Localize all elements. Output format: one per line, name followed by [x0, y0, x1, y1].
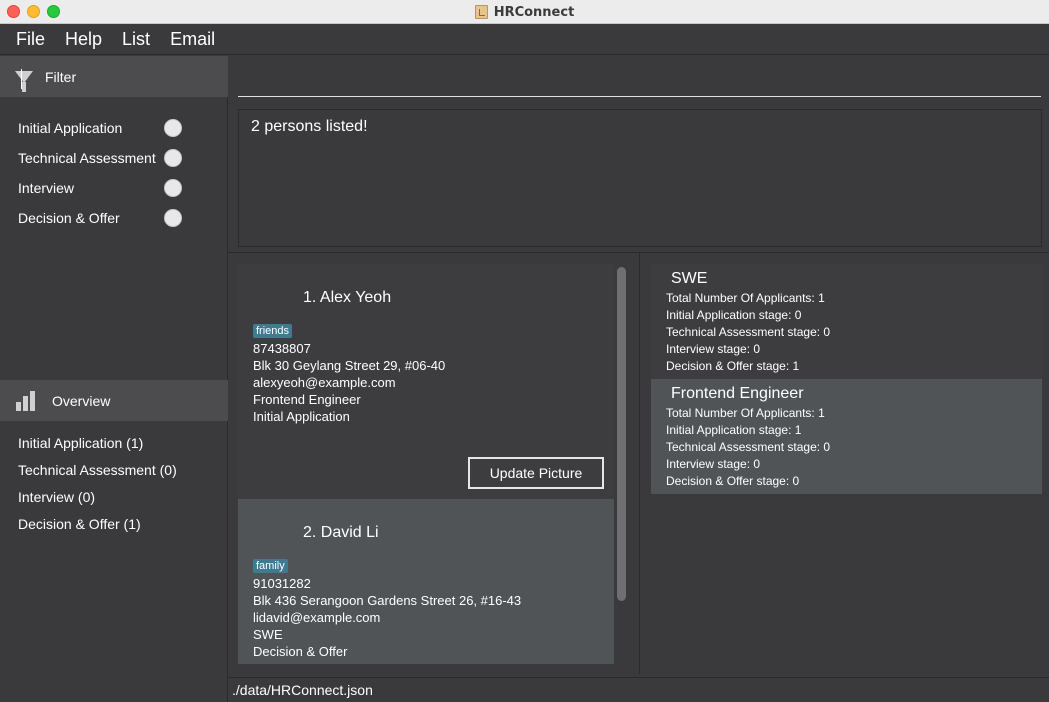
filter-radio-initial-application[interactable] — [164, 119, 182, 137]
filter-header: Filter — [0, 56, 228, 97]
filter-interview[interactable]: Interview — [18, 173, 218, 203]
person-name: 2. David Li — [303, 524, 379, 541]
person-phone: 91031282 — [253, 576, 311, 591]
filter-radio-interview[interactable] — [164, 179, 182, 197]
person-tag: friends — [253, 324, 293, 338]
person-card[interactable]: 1. Alex Yeoh friends 87438807 Blk 30 Gey… — [238, 264, 614, 499]
funnel-icon — [15, 70, 33, 92]
overview-label: Overview — [52, 392, 111, 409]
person-card[interactable]: 2. David Li family 91031282 Blk 436 Sera… — [238, 499, 614, 664]
person-tag: family — [253, 559, 288, 573]
text-caret — [21, 69, 22, 89]
job-title: SWE — [671, 270, 708, 287]
job-stat-interview: Interview stage: 0 — [666, 342, 761, 356]
filter-label: Filter — [45, 68, 77, 85]
filter-list: Initial Application Technical Assessment… — [18, 113, 218, 233]
job-stat-technical: Technical Assessment stage: 0 — [666, 325, 831, 339]
window-title: HRConnect — [493, 4, 575, 20]
filter-initial-application[interactable]: Initial Application — [18, 113, 218, 143]
job-card[interactable]: Frontend Engineer Total Number Of Applic… — [651, 379, 1042, 494]
job-list-panel: SWE Total Number Of Applicants: 1 Initia… — [641, 253, 1049, 674]
filter-radio-decision-offer[interactable] — [164, 209, 182, 227]
person-address: Blk 30 Geylang Street 29, #06-40 — [253, 358, 446, 373]
person-role: Frontend Engineer — [253, 392, 361, 407]
data-file-path: ./data/HRConnect.json — [232, 682, 373, 698]
result-display: 2 persons listed! — [238, 109, 1042, 247]
filter-label-decision-offer: Decision & Offer — [18, 210, 120, 226]
sidebar: Filter Initial Application Technical Ass… — [0, 56, 228, 702]
person-list-panel: 1. Alex Yeoh friends 87438807 Blk 30 Gey… — [228, 253, 640, 674]
job-stat-interview: Interview stage: 0 — [666, 457, 761, 471]
job-stat-total: Total Number Of Applicants: 1 — [666, 291, 825, 305]
bar-chart-icon — [16, 390, 36, 411]
person-role: SWE — [253, 627, 283, 642]
overview-decision-offer: Decision & Offer (1) — [18, 516, 141, 532]
menu-file[interactable]: File — [16, 29, 45, 50]
overview-initial-application: Initial Application (1) — [18, 435, 144, 451]
job-stat-initial: Initial Application stage: 0 — [666, 308, 802, 322]
job-stat-technical: Technical Assessment stage: 0 — [666, 440, 831, 454]
job-card[interactable]: SWE Total Number Of Applicants: 1 Initia… — [651, 264, 1042, 379]
command-box — [228, 56, 1049, 104]
job-stat-initial: Initial Application stage: 1 — [666, 423, 802, 437]
person-address: Blk 436 Serangoon Gardens Street 26, #16… — [253, 593, 522, 608]
job-title: Frontend Engineer — [671, 385, 804, 402]
job-stat-decision: Decision & Offer stage: 1 — [666, 359, 800, 373]
person-stage: Decision & Offer — [253, 644, 348, 659]
filter-label-interview: Interview — [18, 180, 75, 196]
command-input[interactable] — [238, 65, 1041, 97]
filter-radio-technical-assessment[interactable] — [164, 149, 182, 167]
title-bar: HRConnect — [0, 0, 1049, 24]
person-name: 1. Alex Yeoh — [303, 289, 392, 306]
person-email: lidavid@example.com — [253, 610, 381, 625]
filter-decision-offer[interactable]: Decision & Offer — [18, 203, 218, 233]
menu-help[interactable]: Help — [65, 29, 102, 50]
overview-technical-assessment: Technical Assessment (0) — [18, 462, 177, 478]
overview-header: Overview — [0, 380, 228, 421]
menu-list[interactable]: List — [122, 29, 150, 50]
overview-list: Initial Application (1) Technical Assess… — [18, 435, 177, 543]
person-phone: 87438807 — [253, 341, 311, 356]
menu-bar: File Help List Email — [0, 24, 1049, 55]
filter-label-technical-assessment: Technical Assessment — [18, 150, 156, 166]
result-message: 2 persons listed! — [251, 118, 368, 135]
job-stat-decision: Decision & Offer stage: 0 — [666, 474, 800, 488]
app-icon — [474, 5, 488, 19]
person-stage: Initial Application — [253, 409, 350, 424]
menu-email[interactable]: Email — [170, 29, 215, 50]
job-stat-total: Total Number Of Applicants: 1 — [666, 406, 825, 420]
person-list-scrollbar[interactable] — [617, 267, 626, 601]
filter-label-initial-application: Initial Application — [18, 120, 123, 136]
update-picture-button[interactable]: Update Picture — [468, 457, 604, 489]
filter-technical-assessment[interactable]: Technical Assessment — [18, 143, 218, 173]
person-email: alexyeoh@example.com — [253, 375, 396, 390]
overview-interview: Interview (0) — [18, 489, 96, 505]
status-bar: ./data/HRConnect.json — [228, 677, 1049, 702]
